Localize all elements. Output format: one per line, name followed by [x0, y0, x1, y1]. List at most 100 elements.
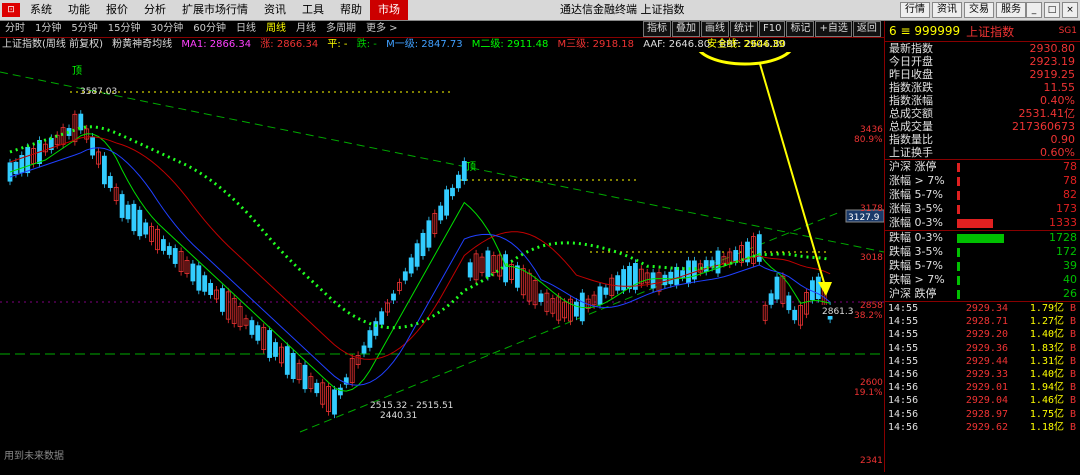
tab-monthly[interactable]: 月线	[291, 21, 321, 37]
quote-header: 6 ≡ 999999 上证指数 SG1	[885, 21, 1080, 42]
tick-price: 2929.44	[965, 355, 1008, 367]
tick-row: 14:55 2929.44 1.31亿 B	[885, 355, 1080, 368]
statistics-button[interactable]: 统计	[730, 21, 758, 37]
menu-item-system[interactable]: 系统	[22, 0, 60, 20]
tab-timeshare[interactable]: 分时	[0, 21, 30, 37]
kline-chart[interactable]: 3587.03 2440.31 2515.32 - 2515.51 顶 顶 31…	[0, 22, 885, 472]
tab-15min[interactable]: 15分钟	[103, 21, 146, 37]
tab-weekly[interactable]: 周线	[261, 21, 291, 37]
indicator-info-line: 上证指数(周线 前复权) 粉黄神奇均线 MA1: 2866.34 涨: 2866…	[2, 38, 792, 52]
tab-5min[interactable]: 5分钟	[66, 21, 102, 37]
menu-item-extended-market[interactable]: 扩展市场行情	[174, 0, 256, 20]
breadth-count: 78	[1063, 174, 1077, 187]
quote-value: 0.60%	[1040, 146, 1075, 159]
breadth-bar	[957, 275, 960, 285]
m2-value: M二级: 2911.48	[471, 39, 549, 50]
top-right-buttons: 行情 资讯 交易 服务	[900, 2, 1026, 18]
stock-name: 上证指数	[966, 24, 1015, 39]
breadth-label: 跌幅 3-5%	[889, 245, 943, 258]
tick-volume: 1.40亿	[1029, 368, 1064, 380]
breadth-label: 跌幅 > 7%	[889, 273, 945, 286]
menu-item-help[interactable]: 帮助	[332, 0, 370, 20]
quote-label: 今日开盘	[889, 55, 933, 68]
quote-value: 2930.80	[1029, 42, 1076, 55]
candles-group	[7, 110, 833, 419]
breadth-row: 沪深 跌停 26	[885, 287, 1080, 301]
menu-item-tools[interactable]: 工具	[294, 0, 332, 20]
close-icon[interactable]: ×	[1062, 2, 1078, 18]
tick-row: 14:56 2928.97 1.75亿 B	[885, 408, 1080, 421]
tab-daily[interactable]: 日线	[231, 21, 261, 37]
tick-list: 14:55 2929.34 1.79亿 B 14:55 2928.71 1.27亿 B 14:5…	[885, 301, 1080, 434]
f10-button[interactable]: F10	[759, 21, 786, 37]
indicator-name[interactable]: 粉黄神奇均线	[112, 39, 172, 50]
minimize-icon[interactable]: _	[1026, 2, 1042, 18]
highlight-ellipse	[695, 22, 795, 66]
tick-price: 2929.62	[965, 421, 1008, 433]
breadth-label: 沪深 跌停	[889, 287, 937, 300]
breadth-label: 沪深 涨停	[889, 160, 937, 173]
service-button[interactable]: 服务	[996, 2, 1026, 18]
breadth-label: 涨幅 0-3%	[889, 216, 943, 229]
tick-volume: 1.46亿	[1029, 395, 1064, 407]
kline-svg[interactable]: 3587.03 2440.31 2515.32 - 2515.51 顶 顶 31…	[0, 22, 885, 472]
down-value: 跌: -	[356, 39, 377, 50]
menu-item-quote[interactable]: 报价	[98, 0, 136, 20]
draw-line-button[interactable]: 画线	[701, 21, 729, 37]
quote-tag: SG1	[1058, 26, 1077, 36]
breadth-count: 40	[1063, 273, 1077, 286]
tick-direction: B	[1069, 382, 1076, 394]
tick-volume: 1.79亿	[1029, 303, 1064, 314]
news-button[interactable]: 资讯	[932, 2, 962, 18]
breadth-count: 1728	[1049, 231, 1077, 244]
tick-time: 14:55	[888, 355, 919, 367]
add-watchlist-button[interactable]: +自选	[815, 21, 852, 37]
breadth-row: 沪深 涨停 78	[885, 160, 1080, 174]
aaf-value: AAF: 2646.80	[643, 39, 711, 50]
menu-item-function[interactable]: 功能	[60, 0, 98, 20]
quote-value: 0.40%	[1040, 94, 1075, 107]
quote-row: 指数量比 0.90	[885, 133, 1080, 146]
tab-60min[interactable]: 60分钟	[188, 21, 231, 37]
menu-item-news[interactable]: 资讯	[256, 0, 294, 20]
tab-multi-period[interactable]: 多周期	[321, 21, 361, 37]
tab-30min[interactable]: 30分钟	[145, 21, 188, 37]
tick-time: 14:56	[888, 408, 919, 420]
tab-more[interactable]: 更多 >	[361, 21, 403, 37]
tick-direction: B	[1069, 342, 1076, 354]
quote-button[interactable]: 行情	[900, 2, 930, 18]
overlay-button[interactable]: 叠加	[672, 21, 700, 37]
breadth-count: 82	[1063, 188, 1077, 201]
mark-button[interactable]: 标记	[786, 21, 815, 37]
last-price: 2861.3	[822, 307, 854, 317]
tick-volume: 1.75亿	[1029, 408, 1064, 420]
tick-direction: B	[1069, 395, 1076, 407]
breadth-count: 78	[1063, 160, 1077, 173]
menu-item-market[interactable]: 市场	[370, 0, 408, 20]
breadth-bar	[957, 204, 960, 214]
ma1-value: MA1: 2866.34	[181, 39, 252, 50]
breadth-row: 跌幅 3-5% 172	[885, 245, 1080, 259]
tick-volume: 1.31亿	[1029, 355, 1064, 367]
m1-value: M一级: 2847.73	[386, 39, 463, 50]
down-breadth: 跌幅 0-3% 1728 跌幅 3-5% 172 跌幅 5-7% 39 跌幅 > 7% 40 沪…	[885, 230, 1080, 301]
chart-title: 上证指数(周线 前复权)	[2, 39, 103, 50]
m3-value: M三级: 2918.18	[557, 39, 635, 50]
axis-price-2341: 2341	[860, 456, 883, 466]
tick-direction: B	[1069, 408, 1076, 420]
maximize-icon[interactable]: □	[1044, 2, 1060, 18]
breadth-label: 涨幅 3-5%	[889, 202, 943, 215]
quote-label: 指数涨幅	[889, 94, 933, 107]
back-button[interactable]: 返回	[852, 21, 881, 37]
quote-panel: 6 ≡ 999999 上证指数 SG1 最新指数 2930.80 今日开盘 2923.…	[884, 21, 1080, 472]
menu-item-analysis[interactable]: 分析	[136, 0, 174, 20]
indicator-button[interactable]: 指标	[643, 21, 671, 37]
axis-pct-3436: 80.9%	[854, 135, 883, 145]
trade-button[interactable]: 交易	[964, 2, 994, 18]
tick-volume: 1.83亿	[1029, 342, 1064, 354]
quote-stats: 最新指数 2930.80 今日开盘 2923.19 昨日收盘 2919.25 指数涨跌 11.…	[885, 42, 1080, 159]
breadth-row: 涨幅 0-3% 1333	[885, 216, 1080, 230]
tick-volume: 1.94亿	[1029, 382, 1064, 394]
breadth-row: 跌幅 0-3% 1728	[885, 231, 1080, 245]
tab-1min[interactable]: 1分钟	[30, 21, 66, 37]
